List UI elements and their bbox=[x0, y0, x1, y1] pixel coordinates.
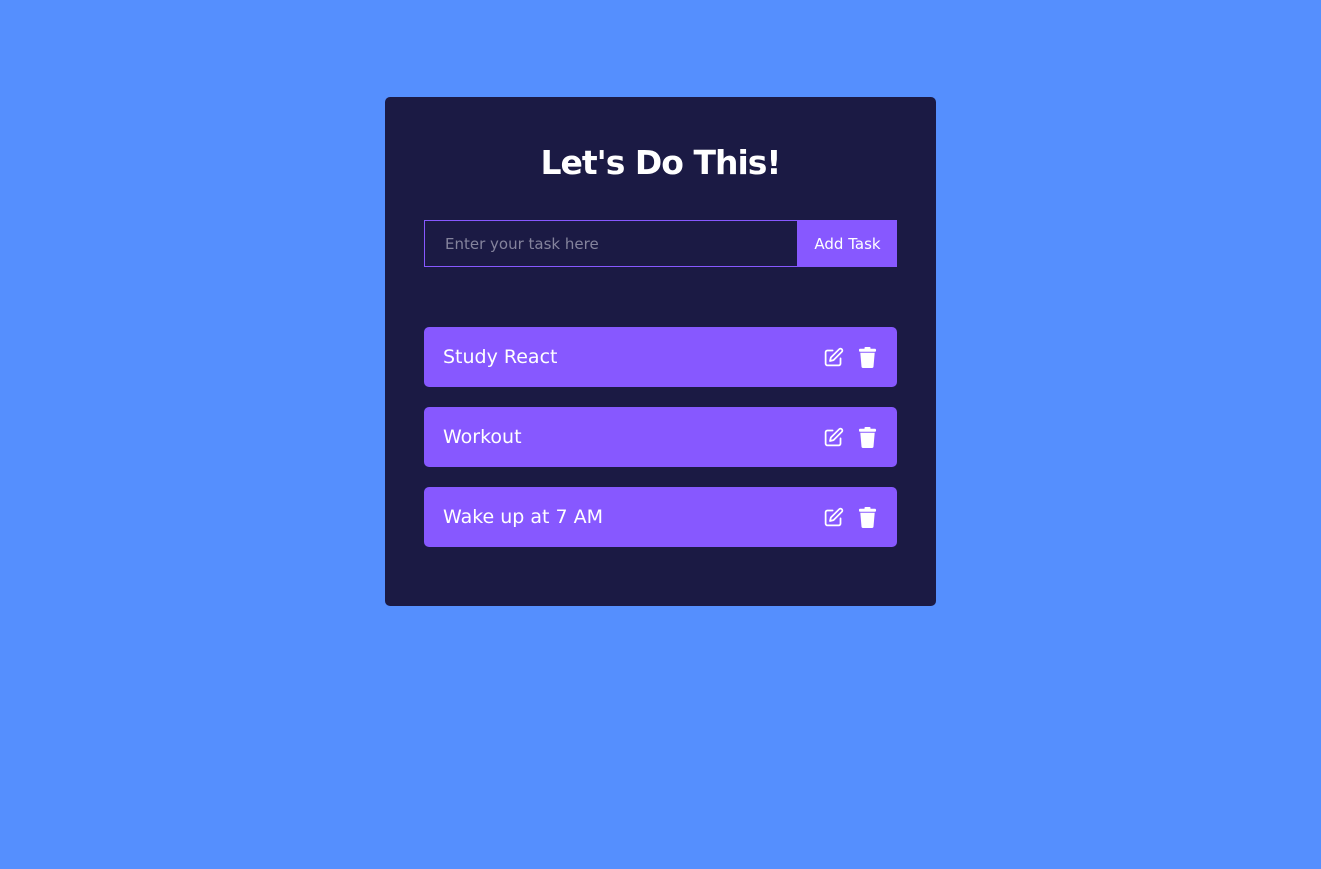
task-label[interactable]: Wake up at 7 AM bbox=[443, 506, 603, 528]
task-label[interactable]: Workout bbox=[443, 426, 522, 448]
add-task-button[interactable]: Add Task bbox=[798, 220, 897, 267]
trash-icon[interactable] bbox=[856, 506, 878, 528]
task-list: Study React Workout Wake up at 7 AM bbox=[424, 327, 897, 567]
edit-icon[interactable] bbox=[822, 426, 844, 448]
task-item: Wake up at 7 AM bbox=[424, 487, 897, 547]
task-actions bbox=[822, 506, 878, 528]
page-title: Let's Do This! bbox=[540, 143, 782, 182]
trash-icon[interactable] bbox=[856, 426, 878, 448]
trash-icon[interactable] bbox=[856, 346, 878, 368]
task-actions bbox=[822, 346, 878, 368]
task-label[interactable]: Study React bbox=[443, 346, 557, 368]
todo-card: Let's Do This! Add Task Study React bbox=[385, 97, 936, 606]
edit-icon[interactable] bbox=[822, 506, 844, 528]
edit-icon[interactable] bbox=[822, 346, 844, 368]
task-input[interactable] bbox=[424, 220, 798, 267]
task-item: Study React bbox=[424, 327, 897, 387]
add-task-form: Add Task bbox=[424, 220, 897, 267]
task-actions bbox=[822, 426, 878, 448]
task-item: Workout bbox=[424, 407, 897, 467]
